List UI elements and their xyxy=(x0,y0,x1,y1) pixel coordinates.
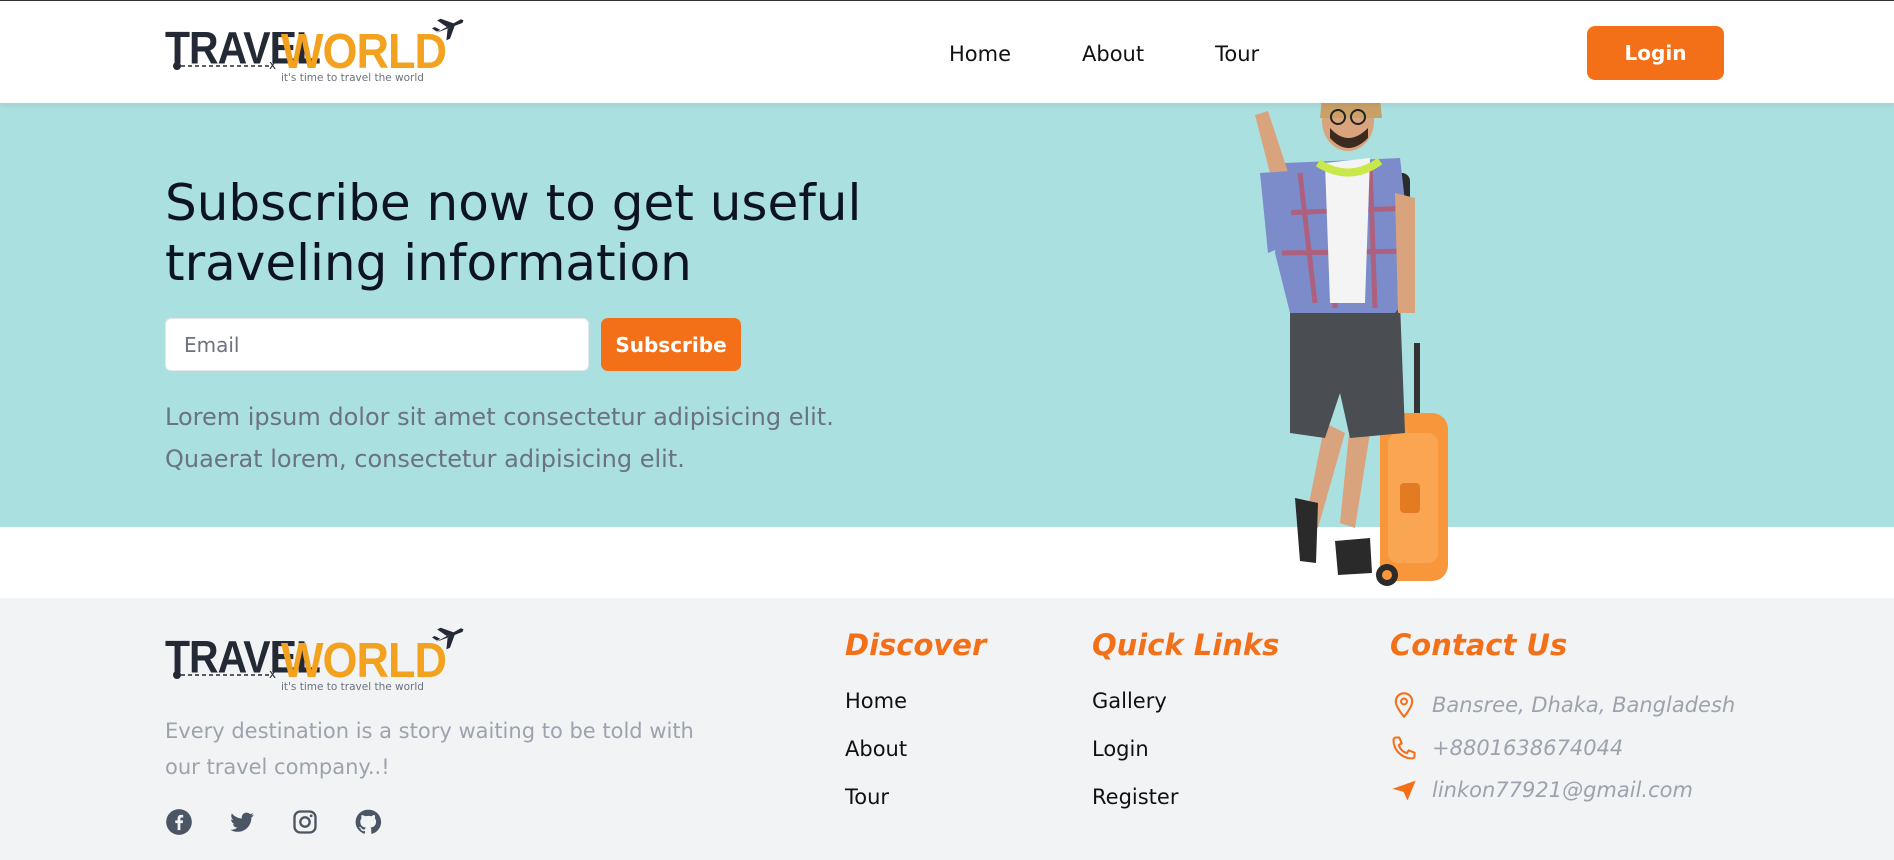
email-input[interactable] xyxy=(165,318,589,371)
footer: x TRAVEL WORLD it's time to travel the w… xyxy=(0,598,1894,860)
footer-link-about[interactable]: About xyxy=(845,737,907,785)
subscribe-title: Subscribe now to get useful traveling in… xyxy=(165,174,862,292)
discover-heading: Discover xyxy=(845,628,987,662)
facebook-icon[interactable] xyxy=(165,808,193,836)
twitter-icon[interactable] xyxy=(228,808,256,836)
footer-link-gallery[interactable]: Gallery xyxy=(1092,689,1178,737)
footer-brand-logo[interactable]: x TRAVEL WORLD it's time to travel the w… xyxy=(165,624,465,700)
contact-email-text[interactable]: linkon77921@gmail.com xyxy=(1432,778,1693,802)
discover-list: Home About Tour xyxy=(845,689,907,833)
contact-heading: Contact Us xyxy=(1390,628,1568,662)
social-links xyxy=(165,808,417,836)
footer-link-register[interactable]: Register xyxy=(1092,785,1178,833)
nav-link-home[interactable]: Home xyxy=(949,42,1011,66)
subscribe-button[interactable]: Subscribe xyxy=(601,318,741,371)
send-icon xyxy=(1392,780,1416,801)
traveler-illustration xyxy=(1255,103,1448,586)
contact-address: Bansree, Dhaka, Bangladesh xyxy=(1390,691,1735,719)
quick-links-list: Gallery Login Register xyxy=(1092,689,1178,833)
map-pin-icon xyxy=(1394,692,1414,719)
contact-address-text: Bansree, Dhaka, Bangladesh xyxy=(1432,693,1736,717)
footer-link-home[interactable]: Home xyxy=(845,689,907,737)
footer-description: Every destination is a story waiting to … xyxy=(165,719,694,779)
login-button[interactable]: Login xyxy=(1587,26,1724,80)
brand-logo[interactable]: x TRAVEL WORLD it's time to travel the w… xyxy=(165,15,465,91)
phone-icon xyxy=(1392,736,1416,760)
contact-phone-text[interactable]: +8801638674044 xyxy=(1432,736,1623,760)
brand-tagline: it's time to travel the world xyxy=(281,72,424,84)
instagram-icon[interactable] xyxy=(291,808,319,836)
contact-phone: +8801638674044 xyxy=(1390,734,1623,762)
subscribe-description: Lorem ipsum dolor sit amet consectetur a… xyxy=(165,403,834,473)
nav-link-about[interactable]: About xyxy=(1082,42,1144,66)
footer-link-tour[interactable]: Tour xyxy=(845,785,907,833)
github-icon[interactable] xyxy=(354,808,382,836)
contact-email: linkon77921@gmail.com xyxy=(1390,776,1693,804)
quick-links-heading: Quick Links xyxy=(1092,628,1280,662)
nav-link-tour[interactable]: Tour xyxy=(1215,42,1259,66)
main-nav: Home About Tour xyxy=(949,42,1330,66)
footer-link-login[interactable]: Login xyxy=(1092,737,1178,785)
footer-brand-tagline: it's time to travel the world xyxy=(281,681,424,693)
subscribe-section: Subscribe now to get useful traveling in… xyxy=(0,103,1894,527)
navbar: x TRAVEL WORLD it's time to travel the w… xyxy=(0,0,1894,103)
